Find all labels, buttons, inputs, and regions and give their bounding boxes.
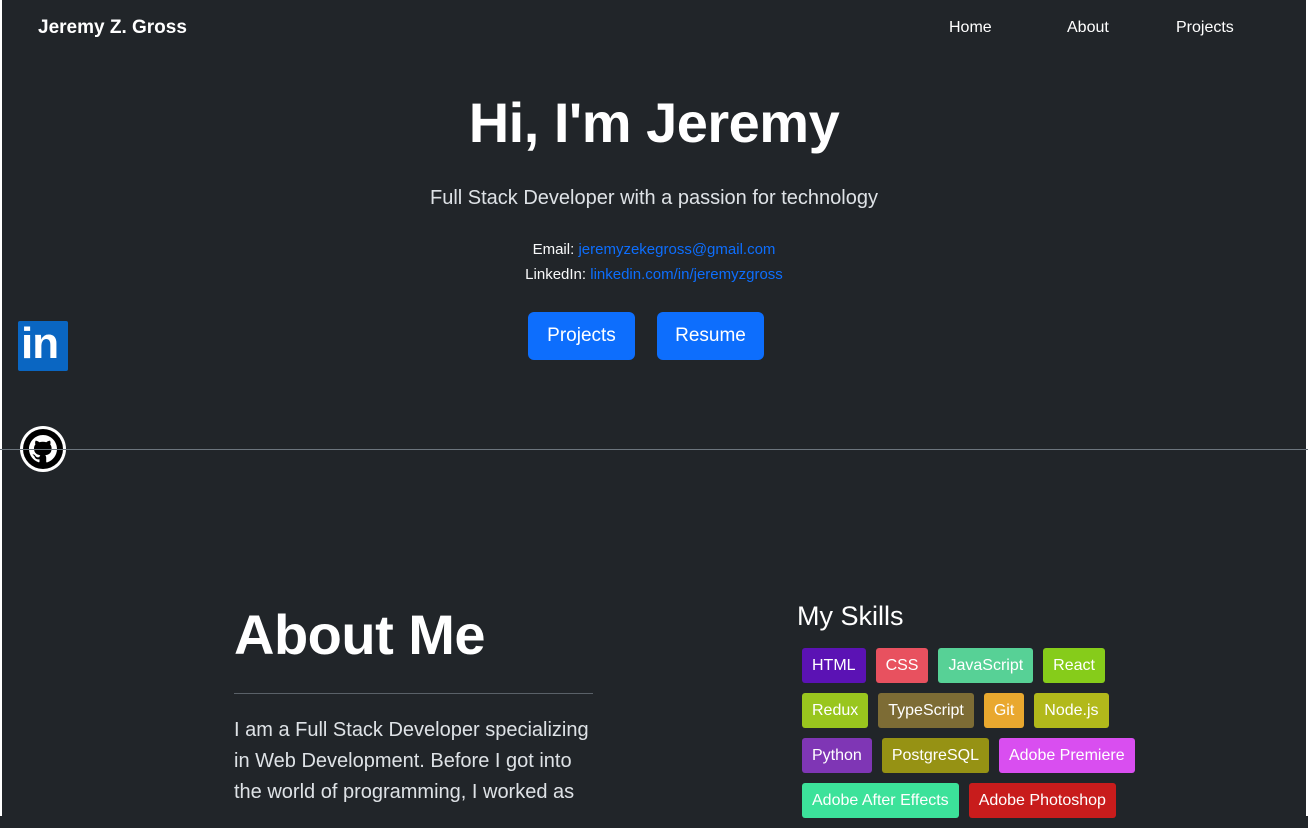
skill-badge: Redux: [802, 693, 869, 728]
skill-badge: CSS: [875, 648, 929, 683]
skills-list: HTML CSS JavaScript React Redux TypeScript Git…: [797, 648, 1157, 828]
skill-badge: React: [1043, 648, 1105, 683]
linkedin-glyph: in: [21, 319, 59, 368]
nav-link-projects[interactable]: Projects: [1176, 19, 1234, 37]
skill-badge: Python: [802, 738, 872, 773]
skill-badge: JavaScript: [938, 648, 1034, 683]
linkedin-link[interactable]: linkedin.com/in/jeremyzgross: [590, 266, 783, 283]
contact-linkedin: LinkedIn: linkedin.com/in/jeremyzgross: [0, 266, 1308, 283]
about-title: About Me: [234, 603, 486, 666]
skill-badge: Git: [983, 693, 1025, 728]
linkedin-label: LinkedIn:: [525, 266, 587, 283]
skill-row: Adobe After Effects Adobe Photoshop: [797, 783, 1157, 818]
section-divider: [0, 449, 1308, 450]
about-text: I am a Full Stack Developer specializing…: [234, 719, 589, 803]
skill-badge: Adobe Premiere: [998, 738, 1135, 773]
email-label: Email:: [532, 241, 575, 258]
skills-title: My Skills: [797, 601, 904, 631]
skill-badge: Adobe After Effects: [802, 783, 959, 818]
skill-badge: PostgreSQL: [881, 738, 989, 773]
skill-row: Redux TypeScript Git Node.js: [797, 693, 1157, 728]
resume-button[interactable]: Resume: [657, 312, 764, 360]
skill-badge: HTML: [802, 648, 866, 683]
contact-email: Email: jeremyzekegross@gmail.com: [0, 241, 1308, 258]
hero-subtitle: Full Stack Developer with a passion for …: [429, 187, 878, 209]
skill-row: Python PostgreSQL Adobe Premiere: [797, 738, 1157, 773]
nav-link-home[interactable]: Home: [949, 19, 992, 37]
linkedin-icon[interactable]: in: [18, 319, 68, 371]
skill-badge: Node.js: [1034, 693, 1109, 728]
email-link[interactable]: jeremyzekegross@gmail.com: [578, 241, 775, 258]
navbar: Jeremy Z. Gross Home About Projects: [0, 0, 1308, 56]
about-divider: [234, 693, 593, 694]
skill-row: HTML CSS JavaScript React: [797, 648, 1157, 683]
projects-button[interactable]: Projects: [528, 312, 635, 360]
skill-badge: TypeScript: [878, 693, 974, 728]
nav-link-about[interactable]: About: [1067, 19, 1109, 37]
skill-badge: Adobe Photoshop: [968, 783, 1116, 818]
hero-title: Hi, I'm Jeremy: [468, 91, 840, 154]
brand-link[interactable]: Jeremy Z. Gross: [38, 17, 187, 39]
